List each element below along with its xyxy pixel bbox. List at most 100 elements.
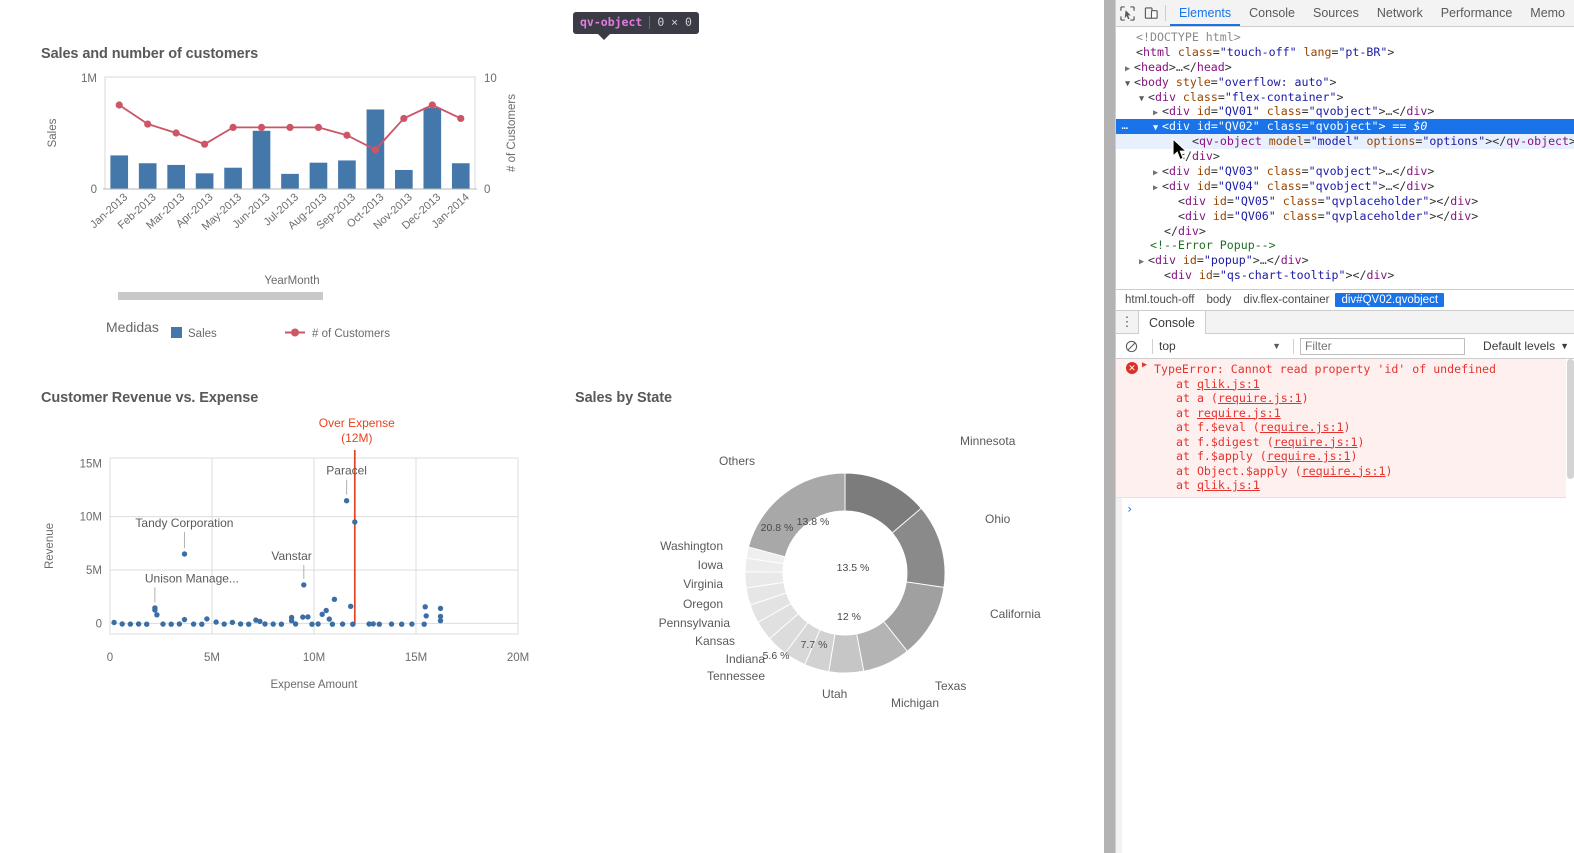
donut-slice-others[interactable] [747,472,846,558]
scatter-point[interactable] [319,611,325,617]
customers-point-Oct-2013[interactable] [371,146,379,154]
scatter-point[interactable] [409,621,415,627]
stack-link[interactable]: qlik.js:1 [1197,377,1260,391]
bar-Jan-2014[interactable] [451,163,470,189]
scatter-point[interactable] [300,614,306,620]
scatter-point[interactable] [204,616,210,622]
scatter-point[interactable] [229,619,236,626]
scatter-point[interactable] [257,618,263,625]
scatter-point[interactable] [437,605,444,612]
dom-node-row[interactable]: <div id="QV06" class="qvplaceholder"></d… [1116,209,1574,224]
customers-point-May-2013[interactable] [229,123,237,131]
scatter-point[interactable] [160,621,166,627]
tab-memory[interactable]: Memo [1521,0,1574,26]
stack-link[interactable]: require.js:1 [1197,406,1281,420]
customers-point-Jul-2013[interactable] [286,123,294,131]
breadcrumb-item[interactable]: div.flex-container [1237,293,1335,307]
dom-tree[interactable]: <!DOCTYPE html> <html class="touch-off" l… [1116,27,1574,289]
bar-Mar-2013[interactable] [167,164,185,189]
dom-node-row[interactable]: </div> [1116,224,1574,239]
bar-Aug-2013[interactable] [309,162,328,189]
dom-node-row[interactable]: ▶ <div id="QV03" class="qvobject">…</div> [1116,164,1574,179]
dom-node-row[interactable]: ▶ <div id="QV04" class="qvobject">…</div> [1116,179,1574,194]
console-output[interactable]: ✕ ▶ TypeError: Cannot read property 'id'… [1116,359,1574,853]
scatter-point[interactable] [301,582,307,588]
scatter-point[interactable] [176,621,183,627]
dom-node-row[interactable]: ▼ <div class="flex-container"> [1116,90,1574,105]
console-error-entry[interactable]: ✕ ▶ TypeError: Cannot read property 'id'… [1116,359,1574,498]
scatter-point[interactable] [423,613,429,619]
console-context-select[interactable]: top ▼ [1159,339,1287,353]
more-options-icon[interactable]: ⋮ [1116,311,1138,333]
customers-point-Jan-2013[interactable] [115,101,123,109]
dom-node-row[interactable]: <!DOCTYPE html> [1116,30,1574,45]
bar-May-2013[interactable] [224,167,242,189]
scatter-point[interactable] [168,621,174,627]
customers-point-Mar-2013[interactable] [172,129,180,137]
drawer-tab-console[interactable]: Console [1138,311,1206,334]
stack-link[interactable]: require.js:1 [1274,435,1358,449]
scatter-point[interactable] [370,621,376,627]
scatter-point[interactable] [323,607,329,614]
clear-console-icon[interactable] [1116,340,1146,353]
stack-link[interactable]: require.js:1 [1218,391,1302,405]
tab-console[interactable]: Console [1240,0,1304,26]
scatter-point[interactable] [348,603,354,609]
customers-point-Apr-2013[interactable] [201,140,209,148]
tab-elements[interactable]: Elements [1170,0,1240,26]
bar-chart-scrollbar[interactable] [118,292,323,300]
scatter-point[interactable] [221,621,227,627]
scatter-point[interactable] [262,621,268,627]
scatter-point[interactable] [350,621,356,627]
bar-Nov-2013[interactable] [395,169,413,189]
dom-node-row[interactable]: <div id="qs-chart-tooltip"></div> [1116,268,1574,283]
console-levels-select[interactable]: Default levels ▼ [1483,339,1569,353]
scatter-point[interactable] [154,612,160,618]
bar-Jul-2013[interactable] [281,173,299,189]
customer-revenue-vs-expense-chart[interactable]: 0 5M 10M 15M Revenue 0 5M 10M 15M 20M Expense Amou… [20,408,560,708]
dom-node-row[interactable]: <html class="touch-off" lang="pt-BR"> [1116,45,1574,60]
customers-point-Aug-2013[interactable] [314,123,323,131]
scatter-point[interactable] [326,616,332,622]
scatter-point[interactable] [127,621,134,627]
dom-node-row[interactable]: ▶ <div id="popup">…</div> [1116,253,1574,268]
dom-node-row[interactable]: ▶ <div id="QV01" class="qvobject">…</div> [1116,104,1574,119]
console-prompt[interactable]: › [1116,498,1574,516]
scatter-point[interactable] [135,621,142,627]
scatter-point[interactable] [237,621,244,627]
scatter-point[interactable] [292,621,299,627]
customers-point-Dec-2013[interactable] [428,101,436,109]
scatter-point[interactable] [213,619,219,625]
customers-point-Jun-2013[interactable] [257,123,266,131]
dom-row-overflow-gutter[interactable]: … [1118,119,1132,134]
console-scrollbar[interactable] [1566,359,1574,853]
bar-chart-legend[interactable]: Sales # of Customers [171,327,390,340]
tab-network[interactable]: Network [1368,0,1432,26]
stack-link[interactable]: require.js:1 [1267,449,1351,463]
sales-by-state-chart[interactable]: Minnesota Ohio California Texas Michigan Utah… [570,408,1100,718]
scatter-point[interactable] [421,621,427,627]
scatter-point[interactable] [246,621,252,627]
customers-point-Sep-2013[interactable] [343,131,351,139]
sales-and-customers-chart[interactable]: 1M 0 Sales 10 0 # of Customers Jan-2013Feb-201… [20,60,560,360]
scatter-point[interactable] [376,621,382,627]
dom-node-row[interactable]: <!--Error Popup--> [1116,238,1574,253]
scatter-point[interactable] [111,619,117,626]
scatter-point[interactable] [144,621,150,627]
breadcrumb-item[interactable]: html.touch-off [1119,293,1200,307]
customers-point-Nov-2013[interactable] [400,114,408,123]
scatter-point[interactable] [181,616,188,623]
device-toolbar-icon[interactable] [1140,0,1164,26]
bar-Dec-2013[interactable] [423,107,442,189]
bar-Sep-2013[interactable] [338,160,356,189]
tab-performance[interactable]: Performance [1432,0,1522,26]
scatter-point[interactable] [190,621,197,627]
stack-link[interactable]: require.js:1 [1260,420,1344,434]
bar-Jun-2013[interactable] [252,130,271,189]
scatter-point[interactable] [422,604,428,610]
scatter-point[interactable] [309,621,315,627]
customers-point-Feb-2013[interactable] [144,120,152,128]
bar-Jan-2013[interactable] [110,155,129,189]
dom-node-row[interactable]: ▼ <body style="overflow: auto"> [1116,75,1574,90]
bar-Apr-2013[interactable] [195,173,214,189]
